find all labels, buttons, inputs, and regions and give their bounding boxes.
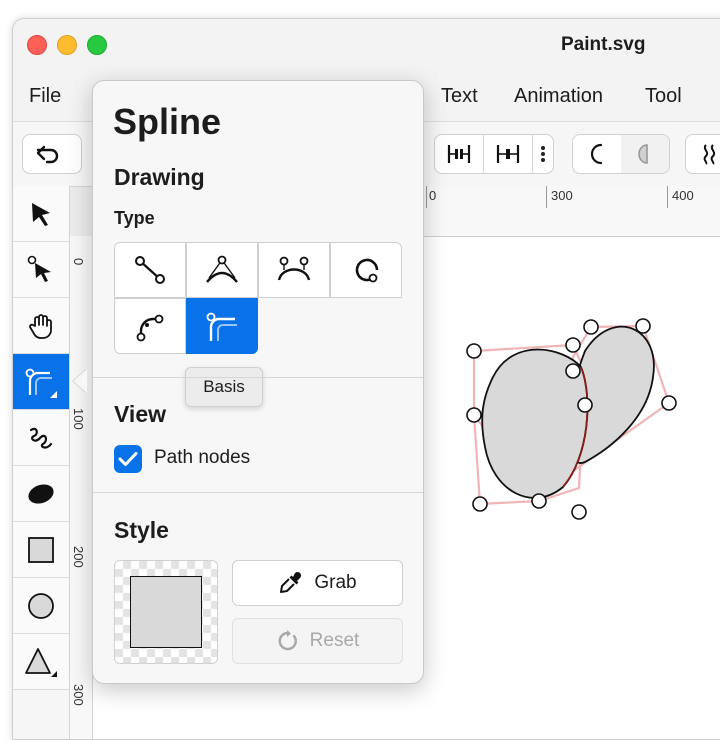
menu-text[interactable]: Text bbox=[441, 85, 478, 108]
title-bar: Paint.svg bbox=[13, 19, 720, 71]
crescent-icon bbox=[590, 143, 603, 165]
spline-icon bbox=[25, 368, 57, 398]
ruler-label: 0 bbox=[429, 188, 437, 203]
fill-color-preview bbox=[130, 576, 202, 648]
reset-button[interactable]: Reset bbox=[232, 618, 403, 664]
direct-select-icon bbox=[27, 255, 51, 282]
type-bezier-button[interactable] bbox=[186, 242, 258, 298]
natural-spline-icon bbox=[136, 314, 164, 342]
ruler-label: 400 bbox=[672, 188, 694, 203]
popover-arrow bbox=[73, 369, 87, 393]
view-heading: View bbox=[114, 401, 166, 427]
grab-button[interactable]: Grab bbox=[232, 560, 403, 606]
ruler-label: 300 bbox=[551, 188, 573, 203]
drawing-heading: Drawing bbox=[114, 164, 205, 190]
fill-color-swatch[interactable] bbox=[114, 560, 218, 664]
hand-tool[interactable] bbox=[13, 298, 69, 354]
path-nodes-label[interactable]: Path nodes bbox=[154, 447, 250, 469]
type-label: Type bbox=[114, 208, 155, 228]
checkmark-icon bbox=[118, 452, 138, 466]
bezier-spline-icon bbox=[206, 255, 238, 283]
type-linear-button[interactable] bbox=[114, 242, 186, 298]
half-shape-icon bbox=[638, 144, 648, 164]
spline-popover: Spline Drawing Type Basis View Path node… bbox=[92, 80, 424, 684]
circle-icon bbox=[28, 592, 54, 619]
distribute-spacing-button[interactable] bbox=[484, 135, 532, 173]
distribute-more-button[interactable] bbox=[533, 135, 553, 173]
grab-label: Grab bbox=[314, 572, 357, 593]
vertical-ruler: 0 100 200 300 bbox=[70, 236, 93, 739]
path-nodes-checkbox[interactable] bbox=[114, 445, 142, 473]
direct-select-tool[interactable] bbox=[13, 242, 69, 298]
style-heading: Style bbox=[114, 517, 169, 543]
rectangle-tool[interactable] bbox=[13, 522, 69, 578]
half-shape-button[interactable] bbox=[621, 135, 669, 173]
popover-title: Spline bbox=[113, 101, 222, 142]
menu-animation[interactable]: Animation bbox=[514, 85, 603, 108]
distribute-horizontal-button[interactable] bbox=[435, 135, 483, 173]
freehand-tool[interactable] bbox=[13, 410, 69, 466]
reset-icon bbox=[278, 630, 297, 651]
select-tool[interactable] bbox=[13, 186, 69, 242]
menu-tool[interactable]: Tool bbox=[645, 85, 682, 108]
ruler-label: 100 bbox=[71, 408, 86, 430]
hand-icon bbox=[29, 313, 52, 339]
undo-button[interactable] bbox=[23, 135, 73, 173]
tools-sidebar bbox=[13, 186, 70, 739]
close-window-button[interactable] bbox=[27, 35, 47, 55]
undo-icon bbox=[36, 145, 59, 164]
window-title: Paint.svg bbox=[561, 34, 646, 55]
circle-tool[interactable] bbox=[13, 578, 69, 634]
ruler-label: 300 bbox=[71, 684, 86, 706]
freehand-icon bbox=[29, 427, 53, 449]
polygon-tool[interactable] bbox=[13, 634, 69, 690]
type-tooltip: Basis bbox=[185, 367, 263, 407]
type-basis-button[interactable] bbox=[186, 298, 258, 354]
rectangle-icon bbox=[28, 536, 54, 563]
reset-label: Reset bbox=[309, 630, 360, 651]
distribute-spacing-icon bbox=[496, 145, 520, 163]
wave-button[interactable] bbox=[686, 135, 720, 173]
type-arc-button[interactable] bbox=[330, 242, 402, 298]
ruler-label: 0 bbox=[71, 258, 86, 266]
eyedropper-icon bbox=[280, 571, 302, 593]
type-natural-button[interactable] bbox=[114, 298, 186, 354]
menu-file[interactable]: File bbox=[29, 85, 61, 108]
undo-group bbox=[22, 134, 82, 174]
more-vertical-icon bbox=[541, 146, 545, 162]
type-cubic-button[interactable] bbox=[258, 242, 330, 298]
maximize-window-button[interactable] bbox=[87, 35, 107, 55]
moon-button[interactable] bbox=[573, 135, 621, 173]
distribute-group bbox=[434, 134, 554, 174]
basis-spline-icon bbox=[206, 312, 237, 341]
ellipse-tool[interactable] bbox=[13, 466, 69, 522]
arc-spline-icon bbox=[355, 258, 379, 283]
spline-type-grid bbox=[114, 242, 404, 354]
cubic-spline-icon bbox=[277, 256, 311, 281]
ellipse-filled-icon bbox=[28, 483, 54, 504]
minimize-window-button[interactable] bbox=[57, 35, 77, 55]
shape-options-group bbox=[572, 134, 670, 174]
spline-tool[interactable] bbox=[13, 354, 69, 410]
ruler-label: 200 bbox=[71, 546, 86, 568]
arrow-select-icon bbox=[32, 202, 50, 226]
wave-icon bbox=[703, 144, 716, 165]
distribute-horizontal-icon bbox=[447, 145, 471, 163]
triangle-icon bbox=[25, 647, 57, 677]
effects-group bbox=[685, 134, 720, 174]
linear-spline-icon bbox=[135, 256, 165, 284]
